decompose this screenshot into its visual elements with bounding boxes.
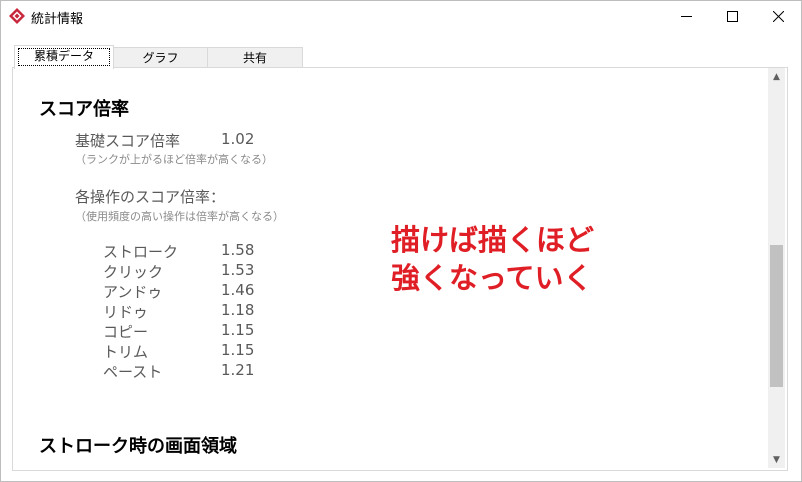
chevron-up-icon: ▲ xyxy=(773,71,780,82)
operation-name: ストローク xyxy=(103,243,179,261)
tab-graph-label: グラフ xyxy=(142,51,179,65)
callout-line-1: 描けば描くほど xyxy=(391,223,595,257)
scroll-up-button[interactable]: ▲ xyxy=(768,68,785,85)
base-multiplier-note: （ランクが上がるほど倍率が高くなる） xyxy=(75,153,273,166)
callout-line-2: 強くなっていく xyxy=(391,261,593,295)
maximize-button[interactable] xyxy=(709,1,755,32)
title-bar[interactable]: 統計情報 xyxy=(1,1,801,32)
operation-value: 1.53 xyxy=(221,261,255,279)
scroll-down-button[interactable]: ▼ xyxy=(768,451,785,468)
operation-value: 1.15 xyxy=(221,341,255,359)
tab-share[interactable]: 共有 xyxy=(207,47,303,68)
section-title-stroke-area: ストローク時の画面領域 xyxy=(39,436,237,457)
base-multiplier-label: 基礎スコア倍率 xyxy=(75,132,181,150)
tab-share-label: 共有 xyxy=(242,51,267,65)
operation-name: クリック xyxy=(103,263,164,281)
operation-value: 1.21 xyxy=(221,361,255,379)
scrollbar-thumb[interactable] xyxy=(770,245,783,387)
tab-graph[interactable]: グラフ xyxy=(113,47,208,68)
app-logo-icon xyxy=(9,8,25,24)
annotation-callout: 描けば描くほど 強くなっていく xyxy=(391,221,594,297)
operation-value: 1.58 xyxy=(221,241,255,259)
operation-name: リドゥ xyxy=(103,303,149,321)
section-title-score-multiplier: スコア倍率 xyxy=(39,99,129,120)
statistics-window: 統計情報 累積データ グラフ 共有 スコア倍率 基礎スコア倍率 1.02 （ラン… xyxy=(0,0,802,482)
minimize-button[interactable] xyxy=(663,1,709,32)
operation-name: ペースト xyxy=(103,363,163,381)
operation-value: 1.18 xyxy=(221,301,255,319)
close-icon xyxy=(772,11,784,22)
operation-value: 1.15 xyxy=(221,321,255,339)
tab-cumulative-data-label: 累積データ xyxy=(18,48,110,66)
vertical-scrollbar[interactable]: ▲ ▼ xyxy=(768,68,785,468)
operations-note: （使用頻度の高い操作は倍率が高くなる） xyxy=(75,210,284,223)
operation-name: トリム xyxy=(103,343,149,361)
base-multiplier-value: 1.02 xyxy=(221,130,255,148)
operations-label: 各操作のスコア倍率： xyxy=(75,188,226,206)
operation-name: アンドゥ xyxy=(103,283,163,301)
minimize-icon xyxy=(680,16,692,17)
maximize-icon xyxy=(726,11,738,22)
window-title: 統計情報 xyxy=(31,12,84,27)
operation-value: 1.46 xyxy=(221,281,255,299)
chevron-down-icon: ▼ xyxy=(773,454,780,465)
tab-cumulative-data[interactable]: 累積データ xyxy=(14,45,114,69)
operation-name: コピー xyxy=(103,323,149,341)
close-button[interactable] xyxy=(755,1,801,32)
